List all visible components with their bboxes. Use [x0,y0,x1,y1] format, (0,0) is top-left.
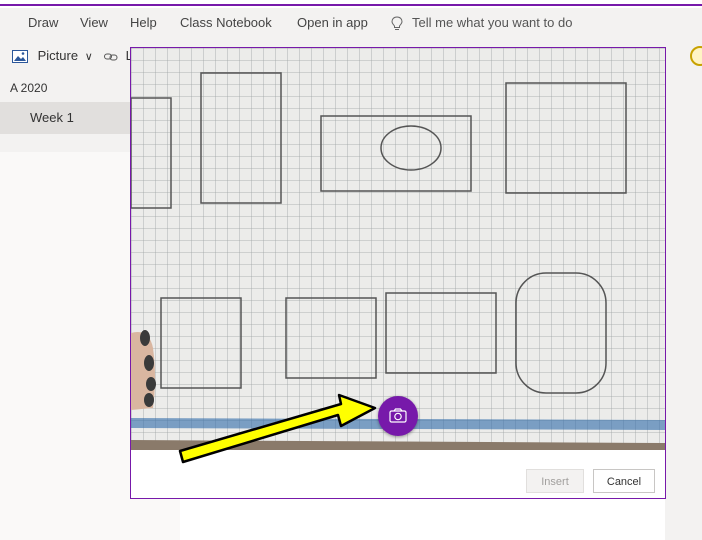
lightbulb-icon [391,16,403,30]
camera-preview [131,48,665,450]
picture-button[interactable]: Picture ∨ [12,46,93,66]
menu-draw[interactable]: Draw [28,8,58,38]
chevron-down-icon: ∨ [84,51,93,63]
cancel-button[interactable]: Cancel [593,469,655,493]
menu-help[interactable]: Help [130,8,157,38]
capture-photo-button[interactable] [378,396,418,436]
camera-capture-dialog: Insert Cancel [130,47,666,499]
accent-top-border [0,0,702,6]
link-button[interactable]: L [104,46,133,66]
menu-view[interactable]: View [80,8,108,38]
menu-bar: Draw View Help Class Notebook Open in ap… [0,8,702,38]
camera-icon [389,408,407,423]
menu-open-in-app[interactable]: Open in app [297,8,368,38]
camera-preview-image [131,48,665,450]
picture-icon [12,50,28,64]
canvas-margin [665,74,702,540]
menu-class-notebook[interactable]: Class Notebook [180,8,272,38]
tell-me-search[interactable]: Tell me what you want to do [390,8,572,38]
link-icon [104,53,118,61]
insert-button[interactable]: Insert [526,469,584,493]
picture-label: Picture [37,48,79,63]
tell-me-text: Tell me what you want to do [412,15,573,30]
dialog-footer: Insert Cancel [131,450,665,498]
